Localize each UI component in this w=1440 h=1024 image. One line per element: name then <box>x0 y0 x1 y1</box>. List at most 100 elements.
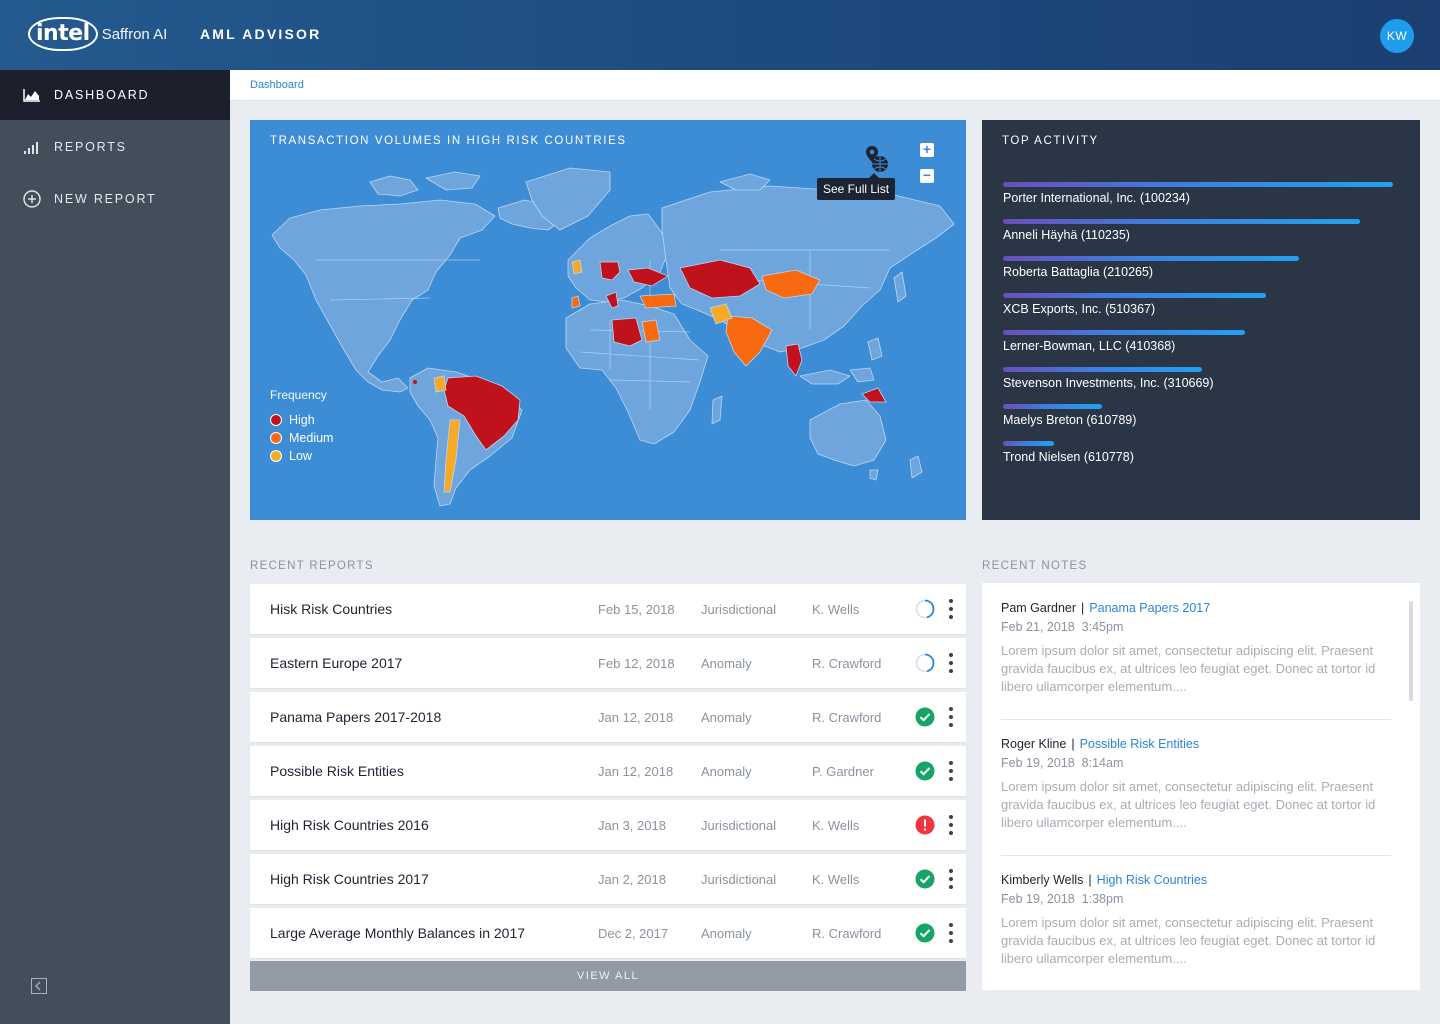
report-owner: R. Crawford <box>812 710 882 725</box>
note-separator: | <box>1071 737 1075 751</box>
report-row[interactable]: Large Average Monthly Balances in 2017 De… <box>250 908 966 958</box>
note-author: Kimberly Wells <box>1001 873 1084 887</box>
legend-label: High <box>289 413 315 427</box>
note-divider <box>1001 719 1391 720</box>
report-row[interactable]: Possible Risk Entities Jan 12, 2018 Anomal… <box>250 746 966 796</box>
see-full-list-tooltip[interactable]: See Full List <box>817 173 896 200</box>
status-complete-icon <box>915 869 935 889</box>
report-row[interactable]: Hisk Risk Countries Feb 15, 2018 Jurisdict… <box>250 584 966 634</box>
note-report-link[interactable]: Possible Risk Entities <box>1080 737 1200 751</box>
note-time: 3:45pm <box>1081 620 1124 634</box>
note-time: 1:38pm <box>1081 892 1124 906</box>
report-type: Jurisdictional <box>701 818 777 833</box>
more-options-icon[interactable] <box>945 706 957 728</box>
report-name: Hisk Risk Countries <box>270 601 393 617</box>
brand-logo[interactable]: intel Saffron AI <box>28 17 167 51</box>
view-all-button[interactable]: VIEW ALL <box>250 961 966 991</box>
note-body: Lorem ipsum dolor sit amet, consectetur … <box>1001 779 1376 830</box>
report-owner: K. Wells <box>812 602 860 617</box>
note-divider <box>1001 855 1391 856</box>
breadcrumb-dashboard[interactable]: Dashboard <box>250 79 304 91</box>
sidebar: DASHBOARD REPORTS NEW REPORT <box>0 70 230 1024</box>
note-date: Feb 21, 2018 <box>1001 620 1075 634</box>
note-header: Kimberly Wells | High Risk Countries <box>1001 873 1391 887</box>
legend-item-medium: Medium <box>270 429 333 447</box>
report-row[interactable]: High Risk Countries 2017 Jan 2, 2018 Juris… <box>250 854 966 904</box>
note-timestamp: Feb 19, 2018 1:38pm <box>1001 892 1391 906</box>
legend-label: Low <box>289 449 312 463</box>
map-title: TRANSACTION VOLUMES IN HIGH RISK COUNTRI… <box>270 135 627 147</box>
report-type: Anomaly <box>701 764 752 779</box>
zoom-out-button[interactable]: − <box>920 168 934 183</box>
recent-notes-title: RECENT NOTES <box>982 560 1088 572</box>
zoom-in-button[interactable]: + <box>920 142 934 157</box>
recent-reports-title: RECENT REPORTS <box>250 560 374 572</box>
activity-bar <box>1003 293 1266 298</box>
activity-item[interactable]: Trond Nielsen (610778) <box>1003 441 1403 478</box>
report-row[interactable]: High Risk Countries 2016 Jan 3, 2018 Juris… <box>250 800 966 850</box>
note-item[interactable]: Pam Gardner | Panama Papers 2017 Feb 21, 20… <box>1001 601 1391 696</box>
note-item[interactable]: Roger Kline | Possible Risk Entities Feb 19… <box>1001 737 1391 832</box>
more-options-icon[interactable] <box>945 652 957 674</box>
report-date: Jan 2, 2018 <box>598 872 666 887</box>
note-date: Feb 19, 2018 <box>1001 756 1075 770</box>
top-activity-card: TOP ACTIVITY Porter International, Inc. … <box>982 120 1420 520</box>
report-owner: P. Gardner <box>812 764 874 779</box>
report-row[interactable]: Eastern Europe 2017 Feb 12, 2018 Anomaly R.… <box>250 638 966 688</box>
more-options-icon[interactable] <box>945 814 957 836</box>
report-date: Jan 12, 2018 <box>598 710 674 725</box>
note-separator: | <box>1081 601 1085 615</box>
notes-scrollbar[interactable] <box>1409 601 1413 701</box>
report-date: Feb 12, 2018 <box>598 656 675 671</box>
activity-label: XCB Exports, Inc. (510367) <box>1003 302 1156 316</box>
note-report-link[interactable]: Panama Papers 2017 <box>1089 601 1210 615</box>
legend-dot <box>270 414 282 426</box>
activity-bar <box>1003 182 1393 187</box>
activity-item[interactable]: Maelys Breton (610789) <box>1003 404 1403 441</box>
activity-label: Stevenson Investments, Inc. (310669) <box>1003 376 1214 390</box>
collapse-sidebar-icon[interactable] <box>31 978 47 994</box>
report-name: Eastern Europe 2017 <box>270 655 403 671</box>
report-owner: R. Crawford <box>812 656 882 671</box>
activity-item[interactable]: Anneli Häyhä (110235) <box>1003 219 1403 256</box>
status-complete-icon <box>915 707 935 727</box>
note-header: Pam Gardner | Panama Papers 2017 <box>1001 601 1391 615</box>
note-body: Lorem ipsum dolor sit amet, consectetur … <box>1001 915 1376 966</box>
note-report-link[interactable]: High Risk Countries <box>1097 873 1207 887</box>
sidebar-item-dashboard[interactable]: DASHBOARD <box>0 70 230 120</box>
activity-item[interactable]: Porter International, Inc. (100234) <box>1003 182 1403 219</box>
report-row[interactable]: Panama Papers 2017-2018 Jan 12, 2018 Anoma… <box>250 692 966 742</box>
legend-title: Frequency <box>270 388 327 402</box>
top-activity-title: TOP ACTIVITY <box>1002 135 1099 147</box>
sidebar-item-label: NEW REPORT <box>54 192 157 206</box>
user-avatar[interactable]: KW <box>1380 19 1414 53</box>
more-options-icon[interactable] <box>945 868 957 890</box>
activity-item[interactable]: XCB Exports, Inc. (510367) <box>1003 293 1403 330</box>
activity-bar <box>1003 219 1360 224</box>
more-options-icon[interactable] <box>945 598 957 620</box>
legend-dot <box>270 450 282 462</box>
note-body: Lorem ipsum dolor sit amet, consectetur … <box>1001 643 1376 694</box>
note-date: Feb 19, 2018 <box>1001 892 1075 906</box>
note-header: Roger Kline | Possible Risk Entities <box>1001 737 1391 751</box>
activity-bar <box>1003 367 1202 372</box>
legend-dot <box>270 432 282 444</box>
report-name: Large Average Monthly Balances in 2017 <box>270 925 526 941</box>
more-options-icon[interactable] <box>945 922 957 944</box>
more-options-icon[interactable] <box>945 760 957 782</box>
activity-item[interactable]: Stevenson Investments, Inc. (310669) <box>1003 367 1403 404</box>
sidebar-item-reports[interactable]: REPORTS <box>0 122 230 172</box>
activity-bar <box>1003 330 1245 335</box>
activity-item[interactable]: Roberta Battaglia (210265) <box>1003 256 1403 293</box>
note-item[interactable]: Kimberly Wells | High Risk Countries Feb 19… <box>1001 873 1391 968</box>
note-author: Roger Kline <box>1001 737 1067 751</box>
report-type: Anomaly <box>701 656 752 671</box>
note-timestamp: Feb 19, 2018 8:14am <box>1001 756 1391 770</box>
report-type: Jurisdictional <box>701 602 777 617</box>
report-name: Panama Papers 2017-2018 <box>270 709 442 725</box>
activity-item[interactable]: Lerner-Bowman, LLC (410368) <box>1003 330 1403 367</box>
globe-pin-icon[interactable] <box>864 144 890 174</box>
sidebar-item-new-report[interactable]: NEW REPORT <box>0 174 230 224</box>
sidebar-item-label: REPORTS <box>54 140 127 154</box>
report-name: High Risk Countries 2016 <box>270 817 429 833</box>
